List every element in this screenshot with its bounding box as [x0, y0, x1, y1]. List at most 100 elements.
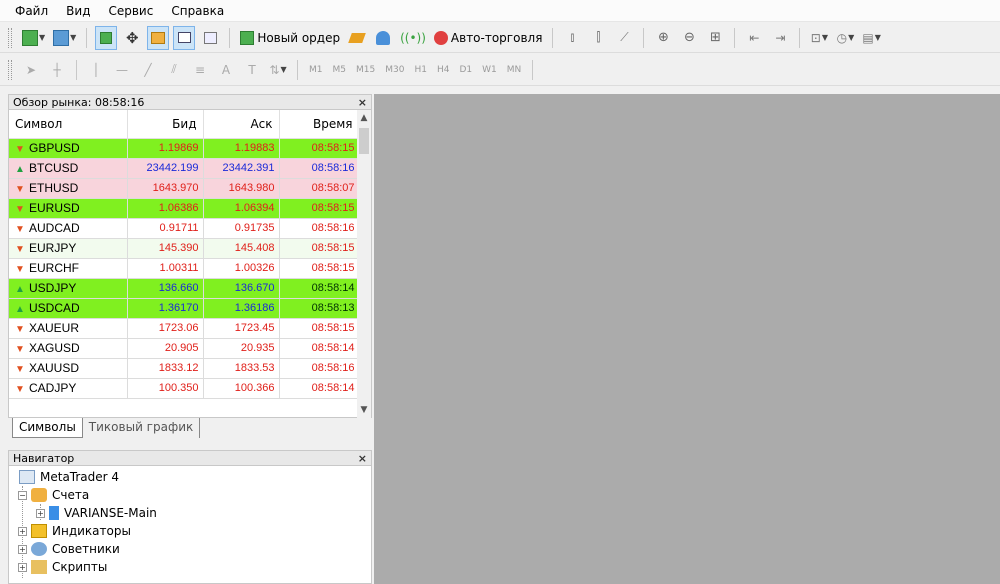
menu-file[interactable]: Файл — [6, 4, 57, 18]
timeframe-w1[interactable]: W1 — [482, 65, 497, 75]
zoom-in-button[interactable]: ⊕ — [652, 26, 674, 50]
timeframe-m5[interactable]: M5 — [333, 65, 347, 75]
timeframe-h4[interactable]: H4 — [437, 65, 450, 75]
expand-icon[interactable]: + — [18, 526, 27, 536]
table-row[interactable]: ▼ XAUEUR 1723.06 1723.45 08:58:15 — [9, 318, 360, 339]
bar-chart-button[interactable]: ⫾ — [561, 26, 583, 50]
navigator-close-icon[interactable]: × — [358, 452, 367, 465]
horizontal-line-button[interactable]: — — [111, 58, 133, 82]
metaeditor-button[interactable] — [346, 26, 368, 50]
tab-symbols[interactable]: Символы — [12, 418, 83, 438]
tree-item-indicators[interactable]: + Индикаторы — [18, 522, 131, 540]
auto-trading-button[interactable]: Авто-торговля — [432, 26, 545, 50]
time-cell: 08:58:14 — [279, 338, 360, 359]
line-chart-button[interactable]: ⟋ — [613, 26, 635, 50]
table-row[interactable]: ▼ AUDCAD 0.91711 0.91735 08:58:16 — [9, 218, 360, 239]
menu-view[interactable]: Вид — [57, 4, 99, 18]
zoom-out-button[interactable]: ⊖ — [678, 26, 700, 50]
tree-item-accounts[interactable]: − Счета — [18, 486, 89, 504]
symbol-cell: ▼ AUDCAD — [9, 218, 128, 239]
toolbar-grip[interactable] — [8, 27, 12, 48]
vertical-line-button[interactable]: │ — [85, 58, 107, 82]
timeframe-d1[interactable]: D1 — [459, 65, 472, 75]
table-row[interactable]: ▲ BTCUSD 23442.199 23442.391 08:58:16 — [9, 158, 360, 179]
scroll-down-icon[interactable]: ▼ — [357, 402, 371, 418]
scroll-thumb[interactable] — [359, 128, 369, 154]
menu-tools[interactable]: Сервис — [99, 4, 162, 18]
table-row[interactable]: ▲ USDCAD 1.36170 1.36186 08:58:13 — [9, 298, 360, 319]
timeframe-h1[interactable]: H1 — [414, 65, 427, 75]
terminal-toggle-button[interactable] — [173, 25, 196, 50]
time-cell: 08:58:14 — [279, 378, 360, 399]
cursor-tool-button[interactable]: ➤ — [20, 58, 42, 82]
bid-cell: 100.350 — [127, 378, 204, 399]
bid-cell: 20.905 — [127, 338, 204, 359]
column-header-time[interactable]: Время — [279, 110, 360, 139]
timeframe-m30[interactable]: M30 — [385, 65, 404, 75]
accounts-button[interactable] — [372, 26, 394, 50]
navigator-toggle-button[interactable] — [147, 25, 170, 50]
equidistant-channel-button[interactable]: ⫽ — [163, 58, 185, 82]
tree-item-root[interactable]: MetaTrader 4 — [19, 468, 119, 486]
zoom-in-icon: ⊕ — [657, 30, 669, 45]
timeframe-m1[interactable]: M1 — [309, 65, 323, 75]
indicators-button[interactable]: ⊡ ▼ — [808, 26, 830, 50]
autoscroll-button[interactable]: ⇥ — [769, 26, 791, 50]
tree-item-scripts[interactable]: + Скрипты — [18, 558, 107, 576]
column-header-bid[interactable]: Бид — [127, 110, 204, 139]
crosshair-tool-button[interactable]: ┼ — [46, 58, 68, 82]
table-row[interactable]: ▼ EURJPY 145.390 145.408 08:58:15 — [9, 238, 360, 259]
timeframe-m15[interactable]: M15 — [356, 65, 375, 75]
trendline-button[interactable]: ╱ — [137, 58, 159, 82]
menu-help[interactable]: Справка — [162, 4, 233, 18]
column-header-ask[interactable]: Аск — [203, 110, 280, 139]
periods-button[interactable]: ◷ ▼ — [834, 26, 856, 50]
signals-button[interactable]: ((•)) — [398, 26, 428, 50]
fibonacci-button[interactable]: ≡ — [189, 58, 211, 82]
tree-item-label: Счета — [52, 488, 90, 502]
timeframe-mn[interactable]: MN — [507, 65, 522, 75]
table-row[interactable]: ▼ EURUSD 1.06386 1.06394 08:58:15 — [9, 198, 360, 219]
tree-item-account-server[interactable]: + VARIANSE-Main — [36, 504, 157, 522]
chart-shift-button[interactable]: ⇤ — [743, 26, 765, 50]
chart-workspace[interactable] — [374, 94, 1000, 584]
market-watch-scrollbar[interactable]: ▲ ▼ — [357, 110, 371, 418]
table-row[interactable]: ▼ XAGUSD 20.905 20.935 08:58:14 — [9, 338, 360, 359]
tile-windows-button[interactable]: ⊞ — [704, 26, 726, 50]
symbol-cell: ▼ GBPUSD — [9, 138, 128, 159]
strategy-tester-button[interactable] — [199, 26, 221, 50]
expand-icon[interactable]: + — [18, 562, 27, 572]
expand-icon[interactable]: + — [36, 508, 45, 518]
candlestick-button[interactable]: ⫿ — [587, 26, 609, 50]
text-tool-button[interactable]: A — [215, 58, 237, 82]
table-row[interactable]: ▼ CADJPY 100.350 100.366 08:58:14 — [9, 378, 360, 399]
table-row[interactable]: ▼ GBPUSD 1.19869 1.19883 08:58:15 — [9, 138, 360, 159]
table-row[interactable]: ▼ ETHUSD 1643.970 1643.980 08:58:07 — [9, 178, 360, 199]
table-row[interactable]: ▼ XAUUSD 1833.12 1833.53 08:58:16 — [9, 358, 360, 379]
tab-tick-chart[interactable]: Тиковый график — [83, 418, 201, 438]
tree-item-expert-advisors[interactable]: + Советники — [18, 540, 120, 558]
auto-trading-label: Авто-торговля — [450, 30, 543, 45]
profiles-button[interactable]: ▼ — [51, 26, 78, 50]
new-order-button[interactable]: Новый ордер — [238, 26, 342, 50]
indicators-icon — [31, 524, 47, 538]
arrows-button[interactable]: ⇅ ▼ — [267, 58, 289, 82]
text-label-button[interactable]: T — [241, 58, 263, 82]
market-watch-close-icon[interactable]: × — [358, 96, 367, 109]
clock-icon: ◷ — [836, 30, 848, 45]
arrow-down-icon: ▼ — [15, 244, 25, 255]
column-header-symbol[interactable]: Символ — [9, 110, 128, 139]
data-window-button[interactable]: ✥ — [121, 26, 143, 50]
collapse-icon[interactable]: − — [18, 490, 27, 500]
scroll-up-icon[interactable]: ▲ — [357, 110, 371, 126]
symbol-name: GBPUSD — [29, 141, 80, 155]
table-row[interactable]: ▼ EURCHF 1.00311 1.00326 08:58:15 — [9, 258, 360, 279]
market-watch-toggle-button[interactable] — [95, 25, 118, 50]
templates-button[interactable]: ▤ ▼ — [860, 26, 883, 50]
new-chart-button[interactable]: ▼ — [20, 26, 47, 50]
toolbar-grip[interactable] — [8, 59, 12, 80]
table-row[interactable]: ▲ USDJPY 136.660 136.670 08:58:14 — [9, 278, 360, 299]
expand-icon[interactable]: + — [18, 544, 27, 554]
symbol-name: AUDCAD — [29, 221, 80, 235]
time-cell: 08:58:14 — [279, 278, 360, 299]
